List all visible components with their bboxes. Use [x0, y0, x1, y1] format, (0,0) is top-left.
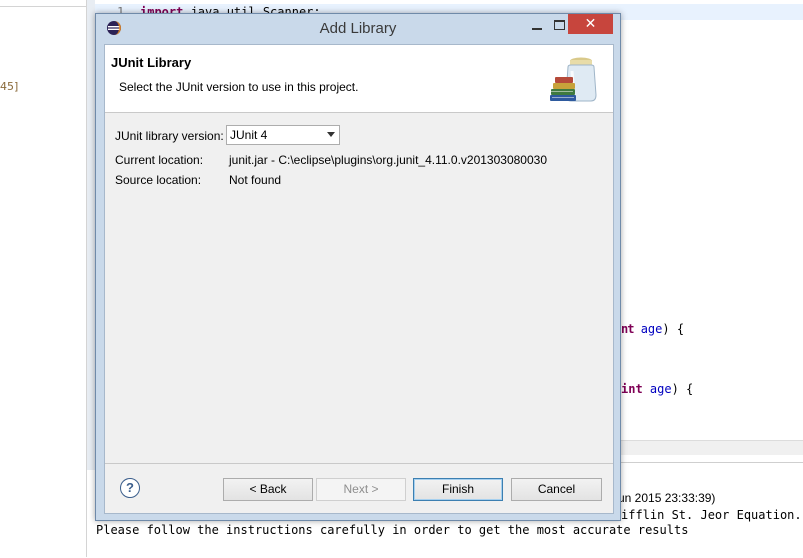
close-button[interactable]: ✕ — [568, 14, 613, 34]
current-location-value: junit.jar - C:\eclipse\plugins\org.junit… — [229, 153, 547, 167]
dialog-content: JUnit Library Select the JUnit version t… — [104, 44, 614, 514]
library-jar-icon — [550, 57, 597, 102]
chevron-down-icon — [327, 132, 335, 137]
next-button[interactable]: Next > — [316, 478, 406, 501]
source-location-value: Not found — [229, 173, 282, 187]
console-header: un 2015 23:33:39) — [618, 491, 716, 505]
method-signature-1: nt age) { — [621, 322, 684, 336]
method-tail: ) { — [671, 382, 694, 396]
method-signature-2: int age) { — [621, 382, 693, 396]
int-keyword: int — [621, 382, 643, 396]
footer-divider — [105, 463, 613, 464]
wizard-banner: JUnit Library Select the JUnit version t… — [105, 45, 613, 113]
maximize-button[interactable] — [550, 16, 568, 34]
editor-gutter — [87, 0, 95, 470]
console-output-line: Please follow the instructions carefully… — [96, 523, 689, 537]
add-library-dialog: Add Library ✕ JUnit Library Select the J… — [95, 13, 621, 521]
minimize-button[interactable] — [524, 16, 550, 34]
help-button[interactable]: ? — [120, 478, 140, 498]
package-explorer-panel: 45] — [0, 0, 87, 557]
age-param: age — [649, 382, 672, 396]
back-button[interactable]: < Back — [223, 478, 313, 501]
source-location-label: Source location: — [115, 173, 202, 187]
panel-top-border — [0, 0, 86, 7]
finish-button[interactable]: Finish — [413, 478, 503, 501]
banner-title: JUnit Library — [111, 55, 192, 70]
dialog-titlebar[interactable]: Add Library ✕ — [96, 14, 620, 42]
cancel-button[interactable]: Cancel — [511, 478, 602, 501]
method-tail: ) { — [662, 322, 685, 336]
current-location-label: Current location: — [115, 153, 204, 167]
version-label: JUnit library version: — [115, 129, 224, 143]
console-output-line: ifflin St. Jeor Equation. — [621, 508, 802, 522]
int-keyword: nt — [621, 322, 634, 336]
junit-version-select[interactable]: JUnit 4 — [226, 125, 340, 145]
age-param: age — [640, 322, 663, 336]
banner-description: Select the JUnit version to use in this … — [119, 80, 359, 94]
package-explorer-fragment: 45] — [0, 80, 19, 93]
junit-version-value: JUnit 4 — [230, 128, 268, 142]
